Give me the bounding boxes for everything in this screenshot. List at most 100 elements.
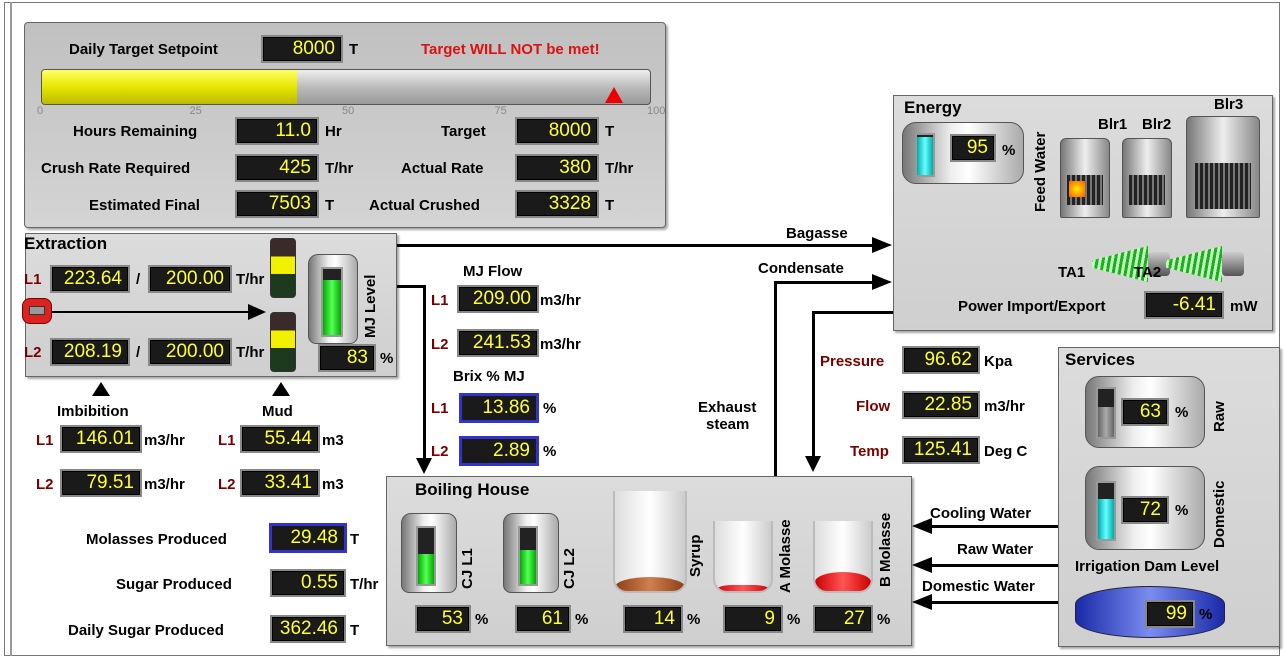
mj-level-tank <box>308 254 358 344</box>
feed-water-label: Feed Water <box>1032 131 1049 212</box>
setpoint-unit: T <box>349 41 359 58</box>
ext-l1-field: 223.64 <box>50 265 130 293</box>
ext-l2-unit: T/hr <box>236 344 265 361</box>
temp-unit: Deg C <box>984 443 1028 460</box>
ext-l1-unit: T/hr <box>236 271 265 288</box>
ta2-label: TA2 <box>1134 264 1162 281</box>
sugar-unit: T/hr <box>350 576 379 593</box>
power-label: Power Import/Export <box>958 298 1106 315</box>
cane-feed-arrow <box>52 311 250 313</box>
power-unit: mW <box>1230 298 1258 315</box>
daily-sugar-label: Daily Sugar Produced <box>68 622 224 639</box>
condensate-pipe-h <box>774 281 874 284</box>
a-molasse-unit: % <box>787 611 801 628</box>
dam-label: Irrigation Dam Level <box>1075 558 1220 575</box>
mjflow-l2-label: L2 <box>431 336 449 353</box>
mj-level-label: MJ Level <box>362 274 379 338</box>
brix-l2-unit: % <box>543 443 557 460</box>
feed-water-unit: % <box>1002 142 1016 159</box>
setpoint-field[interactable]: 8000 <box>261 35 343 63</box>
cj-l1-tank <box>401 513 457 593</box>
domestic-water-label: Domestic Water <box>922 578 1035 595</box>
extraction-title: Extraction <box>24 234 108 253</box>
raw-water-label: Raw Water <box>957 541 1034 558</box>
rate-unit: T/hr <box>605 160 634 177</box>
temp-field: 125.41 <box>902 436 980 464</box>
bagasse-arrowhead-icon <box>872 237 892 253</box>
brix-title: Brix % MJ <box>453 368 525 385</box>
cane-feed-arrowhead-icon <box>248 304 266 320</box>
mud-l1-unit: m3 <box>322 432 344 449</box>
tgt-unit: T <box>605 123 615 140</box>
syrup-label: Syrup <box>687 534 704 577</box>
bagasse-pipe <box>397 244 875 247</box>
scale-tick-label: 100 <box>647 105 666 117</box>
target-marker-icon <box>605 87 624 103</box>
imbibition-title: Imbibition <box>57 403 129 420</box>
mud-l1-field: 55.44 <box>240 425 320 453</box>
crushed-unit: T <box>605 197 615 214</box>
progress-track <box>41 69 651 105</box>
b-molasse-field: 27 <box>813 605 873 633</box>
boiling-house-panel: Boiling House CJ L1 CJ L2 Syrup A Molass… <box>386 476 912 646</box>
daily-sugar-unit: T <box>350 622 360 639</box>
cj-l2-field: 61 <box>515 605 571 633</box>
ext-l1-slash: / <box>136 271 141 288</box>
services-title: Services <box>1065 350 1135 369</box>
est-unit: T <box>325 197 335 214</box>
scale-tick-label: 50 <box>342 105 355 117</box>
raw-tank-label: Raw <box>1211 401 1228 432</box>
ext-l2-slash: / <box>136 344 141 361</box>
signal-light-2 <box>270 312 296 372</box>
hours-unit: Hr <box>325 123 342 140</box>
cooling-pipe <box>930 525 1058 528</box>
mj-pipe-h <box>397 285 425 288</box>
scale-tick-label: 0 <box>37 105 44 117</box>
progress-fill <box>42 70 298 104</box>
cooling-arrowhead-icon <box>912 518 932 534</box>
hours-field: 11.0 <box>235 117 319 145</box>
mjflow-l1-field: 209.00 <box>457 285 539 313</box>
domestic-tank-label: Domestic <box>1211 480 1228 548</box>
mud-l2-label: L2 <box>218 476 236 493</box>
exhaust-label-1: Exhaust <box>698 399 757 416</box>
target-panel: Daily Target Setpoint 8000 T Target WILL… <box>24 22 666 228</box>
crush-label: Crush Rate Required <box>41 160 191 177</box>
imb-l2-field: 79.51 <box>60 469 142 497</box>
mjflow-title: MJ Flow <box>463 263 523 280</box>
boiler-1-icon <box>1060 138 1110 218</box>
ext-l1-setpoint[interactable]: 200.00 <box>148 265 232 293</box>
left-rule <box>10 2 12 656</box>
molasses-unit: T <box>350 531 360 548</box>
b-molasse-unit: % <box>877 611 891 628</box>
crush-field: 425 <box>235 154 319 182</box>
mjflow-l1-unit: m3/hr <box>540 292 581 309</box>
condensate-label: Condensate <box>758 260 844 277</box>
brix-l1-label: L1 <box>431 400 449 417</box>
boiler-3-icon <box>1186 116 1260 218</box>
ext-l2-label: L2 <box>24 344 42 361</box>
hours-label: Hours Remaining <box>73 123 198 140</box>
cj-l1-label: CJ L1 <box>459 548 476 589</box>
mj-level-unit: % <box>380 350 394 367</box>
signal-light-1 <box>270 238 296 298</box>
daily-sugar-field: 362.46 <box>270 615 346 643</box>
mud-arrowhead-icon <box>272 382 290 396</box>
est-field: 7503 <box>235 190 319 218</box>
syrup-field: 14 <box>623 605 683 633</box>
cj-l2-tank <box>503 513 559 593</box>
ext-l2-setpoint[interactable]: 200.00 <box>148 338 232 366</box>
ta1-label: TA1 <box>1058 264 1086 281</box>
mud-l2-unit: m3 <box>322 476 344 493</box>
mj-pipe-arrowhead-icon <box>416 458 432 474</box>
tgt-label: Target <box>441 123 486 140</box>
raw-tank-field: 63 <box>1121 398 1169 426</box>
brix-l1-field: 13.86 <box>460 394 538 422</box>
imb-l1-field: 146.01 <box>60 425 142 453</box>
cj-l2-label: CJ L2 <box>561 548 578 589</box>
domestic-pipe <box>930 601 1058 604</box>
molasses-field: 29.48 <box>270 524 346 552</box>
pressure-label: Pressure <box>820 353 885 370</box>
exhaust-arrowhead-icon <box>805 456 821 472</box>
tgt-field: 8000 <box>515 117 599 145</box>
